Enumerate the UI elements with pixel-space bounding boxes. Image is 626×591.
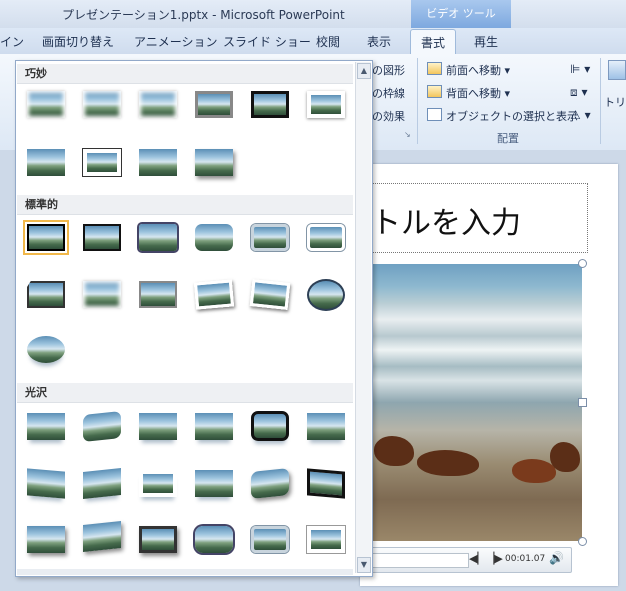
arrange-group-label: 配置	[497, 132, 519, 145]
horse-shape	[550, 442, 580, 472]
video-style-thumb[interactable]	[83, 224, 121, 251]
video-style-thumb[interactable]	[139, 413, 177, 440]
ribbon-separator	[600, 58, 601, 144]
video-border-button[interactable]: の枠線	[372, 85, 405, 101]
video-style-thumb[interactable]	[251, 224, 289, 251]
send-backward-icon	[427, 85, 442, 98]
volume-icon[interactable]: 🔊	[549, 551, 564, 565]
ribbon-tab-bar: イン 画面切り替え アニメーション スライド ショー 校閲 表示 書式 再生	[0, 28, 626, 54]
align-icon[interactable]: ⊫ ▾	[570, 62, 590, 76]
video-style-thumb[interactable]	[139, 149, 177, 176]
video-style-thumb[interactable]	[27, 91, 65, 118]
scroll-down-icon[interactable]: ▼	[357, 557, 371, 573]
video-shape-button[interactable]: の図形	[372, 62, 405, 78]
gallery-category-header: 巧妙	[17, 64, 353, 84]
tab-format[interactable]: 書式	[410, 29, 457, 54]
video-style-thumb[interactable]	[83, 468, 121, 499]
video-style-thumb[interactable]	[83, 149, 121, 176]
video-control-bar: ◀▏▕▶ 00:01.07 🔊	[362, 547, 572, 573]
window-title: プレゼンテーション1.pptx - Microsoft PowerPoint	[62, 8, 345, 22]
group-icon[interactable]: ⧈ ▾	[570, 85, 587, 100]
tab-design[interactable]: イン	[0, 33, 24, 50]
send-backward-button[interactable]: 背面へ移動 ▾	[427, 85, 510, 101]
video-style-thumb[interactable]	[193, 279, 235, 310]
gallery-category-header: 光沢	[17, 383, 353, 403]
video-style-thumb[interactable]	[195, 224, 233, 251]
video-style-thumb[interactable]	[27, 468, 65, 499]
video-style-thumb[interactable]	[307, 468, 345, 499]
video-styles-gallery: 巧妙 標準的 光沢 ▲ ▼	[15, 60, 373, 577]
video-style-thumb[interactable]	[195, 526, 233, 553]
selection-pane-icon	[427, 108, 442, 121]
video-style-thumb[interactable]	[195, 470, 233, 497]
video-style-thumb[interactable]	[251, 526, 289, 553]
video-style-thumb[interactable]	[307, 91, 345, 118]
bring-forward-label: 前面へ移動	[446, 64, 501, 77]
video-style-thumb[interactable]	[251, 411, 289, 441]
seek-buttons[interactable]: ◀▏▕▶	[469, 552, 503, 565]
video-style-thumb[interactable]	[307, 279, 345, 311]
bring-forward-button[interactable]: 前面へ移動 ▾	[427, 62, 510, 78]
tab-playback[interactable]: 再生	[474, 33, 498, 50]
video-style-thumb[interactable]	[307, 224, 345, 251]
title-placeholder[interactable]: トルを入力	[368, 183, 588, 253]
horse-shape	[512, 459, 556, 483]
tab-animations[interactable]: アニメーション	[134, 33, 218, 50]
gallery-category-header: 標準的	[17, 195, 353, 215]
tab-review[interactable]: 校閲	[316, 33, 340, 50]
video-style-thumb[interactable]	[307, 526, 345, 553]
video-style-thumb[interactable]	[83, 281, 121, 308]
resize-handle[interactable]	[578, 537, 587, 546]
video-frame[interactable]	[362, 264, 582, 541]
tab-slideshow[interactable]: スライド ショー	[223, 33, 311, 50]
video-style-thumb[interactable]	[195, 91, 233, 118]
video-style-thumb[interactable]	[307, 413, 345, 440]
video-style-thumb[interactable]	[251, 468, 289, 499]
video-style-thumb[interactable]	[251, 91, 289, 118]
ribbon-separator	[417, 58, 418, 144]
dialog-launcher-icon[interactable]: ↘	[404, 130, 411, 139]
video-style-thumb[interactable]	[139, 91, 177, 118]
scroll-up-icon[interactable]: ▲	[357, 63, 371, 79]
video-style-thumb[interactable]	[27, 281, 65, 308]
video-effects-button[interactable]: の効果	[372, 108, 405, 124]
video-tools-contextual-tab: ビデオ ツール	[411, 0, 511, 30]
tab-transitions[interactable]: 画面切り替え	[42, 33, 114, 50]
video-style-thumb[interactable]	[249, 279, 291, 310]
video-style-thumb[interactable]	[27, 336, 65, 363]
bring-forward-icon	[427, 62, 442, 75]
title-bar: プレゼンテーション1.pptx - Microsoft PowerPoint	[0, 0, 626, 28]
video-style-thumb[interactable]	[27, 526, 65, 553]
trim-button[interactable]: トリミ	[604, 94, 626, 110]
video-style-thumb[interactable]	[83, 521, 121, 552]
horse-shape	[374, 436, 414, 466]
gallery-scrollbar[interactable]: ▲ ▼	[355, 62, 371, 573]
video-style-thumb[interactable]	[195, 149, 233, 176]
video-style-thumb[interactable]	[195, 413, 233, 440]
video-style-thumb[interactable]	[27, 149, 65, 176]
horse-shape	[417, 450, 479, 476]
resize-handle[interactable]	[578, 259, 587, 268]
gallery-footer	[17, 569, 353, 575]
resize-handle[interactable]	[578, 398, 587, 407]
video-progress-track[interactable]	[371, 553, 469, 568]
video-style-thumb[interactable]	[139, 281, 177, 308]
rotate-icon[interactable]: ⚠ ▾	[570, 108, 591, 122]
video-style-thumb-selected[interactable]	[23, 220, 69, 255]
video-style-thumb[interactable]	[139, 470, 177, 497]
video-style-thumb[interactable]	[83, 411, 121, 442]
playback-time: 00:01.07	[505, 554, 546, 564]
video-style-thumb[interactable]	[27, 413, 65, 440]
send-backward-label: 背面へ移動	[446, 87, 501, 100]
selection-pane-label: オブジェクトの選択と表示	[446, 110, 578, 123]
title-placeholder-text: トルを入力	[371, 206, 521, 241]
video-style-thumb[interactable]	[139, 526, 177, 553]
tab-view[interactable]: 表示	[367, 33, 391, 50]
video-style-thumb[interactable]	[139, 224, 177, 251]
crop-icon[interactable]	[608, 60, 626, 80]
video-style-thumb[interactable]	[83, 91, 121, 118]
selection-pane-button[interactable]: オブジェクトの選択と表示	[427, 108, 578, 124]
